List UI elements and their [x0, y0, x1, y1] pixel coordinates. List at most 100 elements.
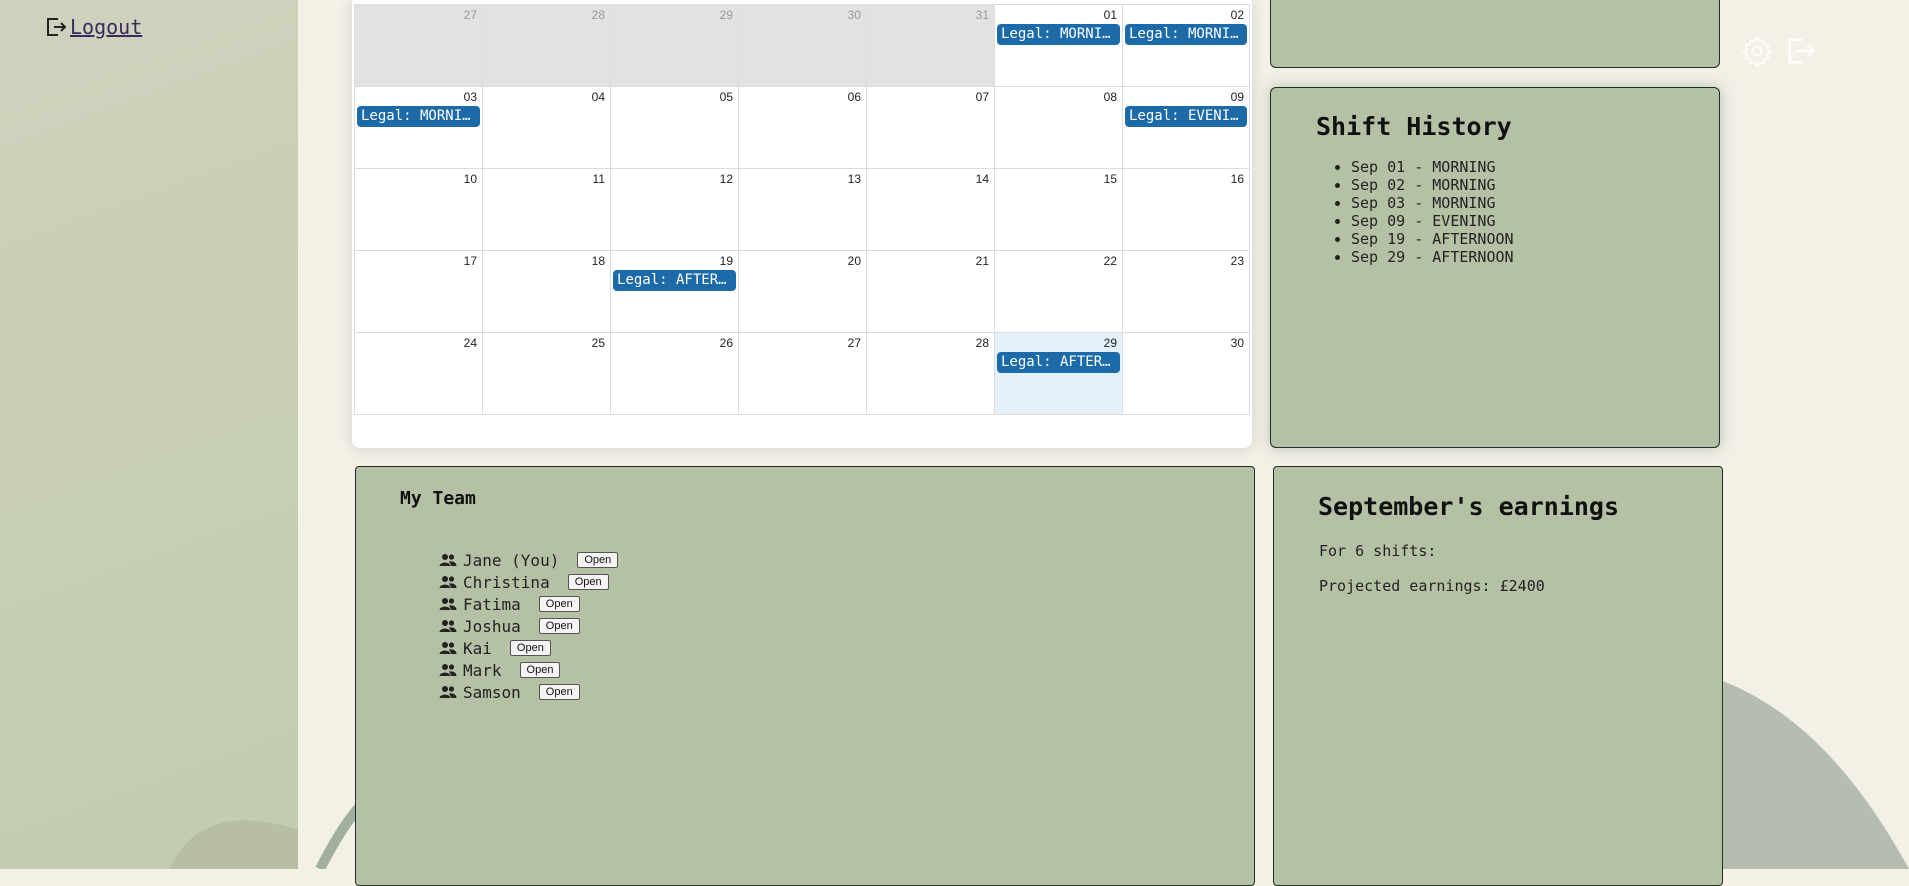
my-team-panel: My Team Jane (You) Open Christina Open Fatim…	[355, 466, 1255, 886]
open-member-button[interactable]: Open	[509, 640, 551, 656]
calendar-day-cell[interactable]: 05	[610, 87, 738, 168]
open-member-button[interactable]: Open	[538, 618, 580, 634]
logout-link[interactable]: Logout	[44, 15, 142, 39]
calendar-card: 27 28 29 30 31 01 Legal: MORNING 02 Legal: MORNI…	[352, 0, 1252, 448]
calendar-day-cell[interactable]: 23	[1122, 251, 1250, 332]
open-member-button[interactable]: Open	[538, 684, 580, 700]
calendar-day-cell[interactable]: 04	[482, 87, 610, 168]
shift-event[interactable]: Legal: MORNING	[997, 24, 1120, 45]
shift-event[interactable]: Legal: EVENING	[1125, 106, 1247, 127]
calendar-day-cell[interactable]: 22	[994, 251, 1122, 332]
shift-history-item: Sep 01 - MORNING	[1351, 158, 1514, 176]
calendar-day-cell[interactable]: 29 Legal: AFTERNOON	[994, 333, 1122, 414]
shift-history-item: Sep 02 - MORNING	[1351, 176, 1514, 194]
calendar-day-cell[interactable]: 19 Legal: AFTERNOON	[610, 251, 738, 332]
shift-history-item: Sep 03 - MORNING	[1351, 194, 1514, 212]
shift-event[interactable]: Legal: MORNING	[1125, 24, 1247, 45]
shift-event[interactable]: Legal: MORNING	[357, 106, 480, 127]
day-number: 29	[1103, 336, 1117, 350]
calendar-day-cell[interactable]: 28	[866, 333, 994, 414]
calendar-day-cell[interactable]: 25	[482, 333, 610, 414]
top-right-panel	[1270, 0, 1720, 68]
projected-earnings-text: Projected earnings: £2400	[1319, 577, 1545, 595]
calendar-day-cell[interactable]: 27	[738, 333, 866, 414]
team-member-row: Joshua Open	[439, 615, 618, 637]
sign-out-icon[interactable]	[1784, 34, 1818, 68]
shift-history-item: Sep 29 - AFTERNOON	[1351, 248, 1514, 266]
calendar-day-cell[interactable]: 24	[354, 333, 482, 414]
day-number: 04	[591, 90, 605, 104]
shift-event[interactable]: Legal: AFTERNOON	[997, 352, 1120, 373]
day-number: 20	[847, 254, 861, 268]
day-number: 01	[1103, 8, 1117, 22]
calendar-day-cell[interactable]: 15	[994, 169, 1122, 250]
day-number: 14	[975, 172, 989, 186]
day-number: 30	[1230, 336, 1244, 350]
day-number: 22	[1103, 254, 1117, 268]
header-icons	[1740, 34, 1818, 68]
people-icon	[439, 554, 457, 566]
calendar-day-cell[interactable]: 12	[610, 169, 738, 250]
calendar-day-cell[interactable]: 14	[866, 169, 994, 250]
team-member-name: Jane (You)	[463, 550, 560, 570]
calendar-day-cell[interactable]: 03 Legal: MORNING	[354, 87, 482, 168]
team-member-row: Jane (You) Open	[439, 549, 619, 571]
calendar-day-cell[interactable]: 30	[1122, 333, 1250, 414]
day-number: 10	[463, 172, 477, 186]
team-member-row: Mark Open	[439, 659, 618, 681]
earnings-title: September's earnings	[1318, 492, 1620, 521]
day-number: 27	[463, 8, 477, 22]
day-number: 28	[591, 8, 605, 22]
calendar-day-cell[interactable]: 02 Legal: MORNING	[1122, 5, 1250, 86]
team-member-name: Samson	[463, 682, 521, 702]
open-member-button[interactable]: Open	[519, 662, 561, 678]
logout-icon	[47, 18, 67, 36]
calendar-day-cell[interactable]: 17	[354, 251, 482, 332]
calendar-day-cell[interactable]: 26	[610, 333, 738, 414]
calendar-day-cell[interactable]: 06	[738, 87, 866, 168]
day-number: 02	[1230, 8, 1244, 22]
day-number: 25	[591, 336, 605, 350]
calendar-day-cell[interactable]: 16	[1122, 169, 1250, 250]
shift-history-panel: Shift History Sep 01 - MORNINGSep 02 - M…	[1270, 87, 1720, 448]
day-number: 30	[847, 8, 861, 22]
open-member-button[interactable]: Open	[567, 574, 609, 590]
calendar-day-cell[interactable]: 18	[482, 251, 610, 332]
calendar-day-cell[interactable]: 29	[610, 5, 738, 86]
shift-history-item: Sep 19 - AFTERNOON	[1351, 230, 1514, 248]
team-member-name: Mark	[463, 660, 502, 680]
shift-event[interactable]: Legal: AFTERNOON	[613, 270, 736, 291]
day-number: 07	[975, 90, 989, 104]
settings-icon[interactable]	[1740, 34, 1774, 68]
sidebar: Logout	[0, 0, 298, 869]
day-number: 03	[463, 90, 477, 104]
calendar-day-cell[interactable]: 11	[482, 169, 610, 250]
team-member-row: Samson Open	[439, 681, 618, 703]
team-member-name: Joshua	[463, 616, 521, 636]
calendar-day-cell[interactable]: 28	[482, 5, 610, 86]
calendar-day-cell[interactable]: 07	[866, 87, 994, 168]
calendar-day-cell[interactable]: 09 Legal: EVENING	[1122, 87, 1250, 168]
team-member-row: Fatima Open	[439, 593, 618, 615]
people-icon	[439, 642, 457, 654]
day-number: 18	[591, 254, 605, 268]
logout-label[interactable]: Logout	[70, 15, 142, 39]
calendar-day-cell[interactable]: 30	[738, 5, 866, 86]
open-member-button[interactable]: Open	[538, 596, 580, 612]
calendar-day-cell[interactable]: 20	[738, 251, 866, 332]
calendar-week: 24 25 26 27 28 29 Legal: AFTERNOON 30	[354, 332, 1250, 415]
calendar-day-cell[interactable]: 10	[354, 169, 482, 250]
earnings-panel: September's earnings For 6 shifts: Proje…	[1273, 466, 1723, 886]
calendar-day-cell[interactable]: 01 Legal: MORNING	[994, 5, 1122, 86]
calendar-day-cell[interactable]: 13	[738, 169, 866, 250]
team-member-row: Kai Open	[439, 637, 618, 659]
calendar-day-cell[interactable]: 27	[354, 5, 482, 86]
day-number: 29	[719, 8, 733, 22]
calendar-day-cell[interactable]: 21	[866, 251, 994, 332]
open-member-button[interactable]: Open	[577, 552, 619, 568]
calendar-day-cell[interactable]: 31	[866, 5, 994, 86]
people-icon	[439, 598, 457, 610]
calendar-day-cell[interactable]: 08	[994, 87, 1122, 168]
team-member-name: Christina	[463, 572, 550, 592]
shift-count-text: For 6 shifts:	[1319, 542, 1437, 560]
